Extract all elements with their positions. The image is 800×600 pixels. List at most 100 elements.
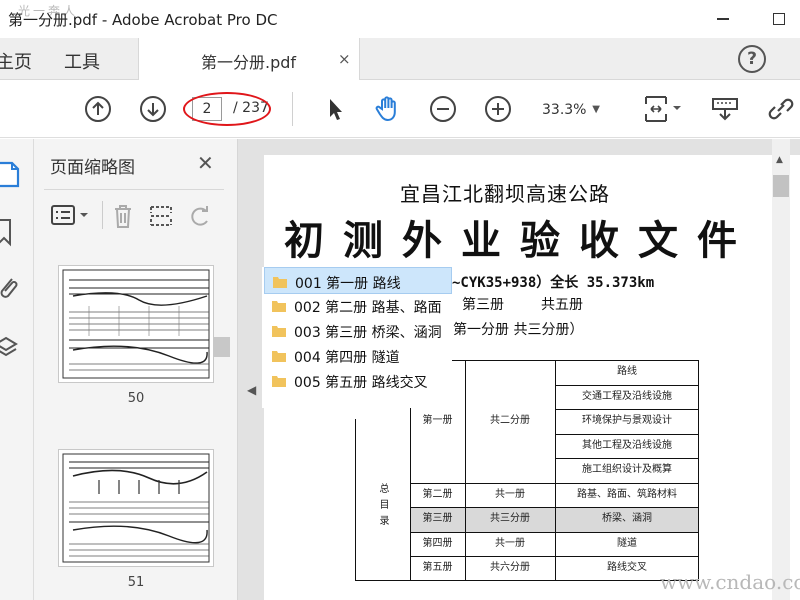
range-line: ~CYK35+938）全长 35.373km bbox=[452, 275, 655, 291]
share-link-button[interactable] bbox=[766, 94, 796, 124]
extract-pages-icon[interactable] bbox=[148, 202, 174, 230]
print-button[interactable] bbox=[710, 94, 740, 124]
next-page-button[interactable] bbox=[138, 94, 168, 124]
content-cell: 隧道 bbox=[617, 537, 637, 549]
attachments-tab[interactable] bbox=[0, 273, 22, 303]
folder-icon bbox=[272, 301, 286, 312]
maximize-button[interactable] bbox=[756, 0, 800, 38]
document-tab[interactable]: 第一分册.pdf × bbox=[138, 38, 360, 80]
minimize-button[interactable] bbox=[700, 0, 746, 38]
scroll-up-icon[interactable]: ▲ bbox=[776, 155, 783, 165]
panel-toolbar bbox=[50, 201, 235, 231]
bookmark-label: 003 第三册 桥梁、涵洞 bbox=[294, 325, 442, 341]
minus-circle-icon bbox=[430, 96, 456, 122]
volume-cell: 第三册 bbox=[410, 507, 465, 532]
tab-close-icon[interactable]: × bbox=[338, 50, 351, 68]
bookmark-item[interactable]: 001 第一册 路线 bbox=[264, 267, 452, 294]
split-cell: 共一册 bbox=[495, 488, 525, 500]
drawing-preview-image bbox=[62, 269, 210, 379]
layers-tab[interactable] bbox=[0, 333, 22, 363]
document-scrollbar[interactable]: ▲ bbox=[772, 139, 790, 600]
content-cell: 其他工程及沿线设施 bbox=[582, 439, 672, 451]
page-thumbnail[interactable] bbox=[58, 265, 214, 383]
close-icon[interactable]: ✕ bbox=[197, 151, 214, 175]
bookmark-item[interactable]: 004 第四册 隧道 bbox=[264, 342, 452, 369]
table-rule bbox=[465, 360, 466, 581]
previous-page-button[interactable] bbox=[83, 94, 113, 124]
bookmark-item[interactable]: 005 第五册 路线交叉 bbox=[264, 367, 452, 394]
maximize-icon bbox=[773, 13, 785, 25]
site-watermark: www.cndao.com bbox=[660, 570, 800, 594]
bookmark-item[interactable]: 002 第二册 路基、路面 bbox=[264, 292, 452, 319]
split-cell: 共六分册 bbox=[490, 562, 530, 573]
rotate-icon[interactable] bbox=[188, 203, 212, 229]
volume-cell: 第二册 bbox=[422, 488, 453, 500]
page-thumbnails-panel: 页面缩略图 ✕ 50 51 bbox=[34, 139, 238, 600]
table-rule bbox=[555, 458, 699, 459]
document-tab-title: 第一分册.pdf bbox=[201, 53, 297, 72]
help-button[interactable]: ? bbox=[738, 45, 766, 73]
scrollbar-thumb[interactable] bbox=[214, 337, 230, 357]
folder-icon bbox=[272, 351, 286, 362]
subvolume-line: 第一分册 共三分册） bbox=[453, 322, 584, 338]
drawing-preview-image bbox=[62, 453, 210, 563]
split-cell: 共三分册 bbox=[465, 507, 555, 532]
chevron-down-icon: ▼ bbox=[592, 104, 600, 115]
panel-title: 页面缩略图 bbox=[50, 158, 135, 178]
fit-page-button[interactable] bbox=[640, 94, 690, 124]
bookmark-label: 005 第五册 路线交叉 bbox=[294, 375, 428, 391]
hand-tool-button[interactable] bbox=[373, 94, 403, 124]
zoom-select[interactable]: 33.3% ▼ bbox=[532, 97, 600, 123]
bookmark-label: 001 第一册 路线 bbox=[295, 276, 401, 292]
folder-icon bbox=[273, 277, 287, 288]
document-title: 初测外业验收文件 bbox=[284, 217, 756, 264]
volume-cell: 第四册 bbox=[422, 537, 453, 549]
table-rule bbox=[555, 556, 699, 557]
table-rule bbox=[410, 531, 555, 533]
table-rule bbox=[410, 556, 555, 557]
toolbar-divider bbox=[292, 92, 293, 126]
page-thumbnails-tab[interactable] bbox=[0, 159, 22, 189]
scrollbar-thumb[interactable] bbox=[773, 175, 789, 197]
toolbar: 2 / 237 33.3% ▼ bbox=[0, 80, 800, 138]
navigation-rail bbox=[0, 139, 34, 600]
bookmark-item[interactable]: 003 第三册 桥梁、涵洞 bbox=[264, 317, 452, 344]
page-thumbnails-icon bbox=[0, 161, 20, 188]
content-cell: 环境保护与景观设计 bbox=[582, 415, 672, 426]
page-thumbnail[interactable] bbox=[58, 449, 214, 567]
select-tool-button[interactable] bbox=[320, 94, 350, 124]
table-rule bbox=[555, 360, 699, 361]
tools-tab[interactable]: 工具 bbox=[64, 48, 100, 74]
content-cell: 路基、路面、筑路材料 bbox=[577, 488, 677, 500]
folder-icon bbox=[272, 326, 286, 337]
bookmarks-tab[interactable] bbox=[0, 217, 22, 247]
table-rule bbox=[355, 418, 356, 581]
options-menu-icon[interactable] bbox=[50, 203, 90, 229]
bookmarks-popup: 001 第一册 路线 002 第二册 路基、路面 003 第三册 桥梁、涵洞 004 … bbox=[262, 267, 452, 408]
table-rule bbox=[555, 433, 699, 435]
home-tab[interactable]: 主页 bbox=[0, 48, 32, 74]
paperclip-icon bbox=[0, 278, 18, 298]
layers-icon bbox=[0, 336, 18, 357]
toolbar-divider bbox=[102, 201, 103, 229]
document-heading: 宜昌江北翻坝高速公路 bbox=[400, 182, 610, 206]
cursor-arrow-icon bbox=[330, 99, 342, 120]
volume-total-line: 共五册 bbox=[541, 297, 583, 313]
table-rule bbox=[410, 482, 555, 484]
thumbnail-label: 50 bbox=[127, 391, 145, 406]
thumbnails-scrollbar[interactable] bbox=[214, 249, 230, 600]
red-circle-annotation bbox=[183, 92, 271, 126]
table-rule bbox=[555, 507, 699, 508]
collapse-panel-icon[interactable]: ◀ bbox=[247, 383, 256, 397]
table-rule bbox=[555, 384, 699, 386]
delete-icon[interactable] bbox=[110, 202, 136, 230]
hand-icon bbox=[375, 96, 396, 122]
minimize-icon bbox=[717, 18, 729, 20]
zoom-in-button[interactable] bbox=[483, 94, 513, 124]
print-icon bbox=[712, 98, 738, 121]
volume-line: 第三册 bbox=[462, 297, 504, 313]
folder-icon bbox=[272, 376, 286, 387]
thumbnail-label: 51 bbox=[127, 575, 145, 590]
split-cell: 共一册 bbox=[495, 537, 525, 549]
zoom-out-button[interactable] bbox=[428, 94, 458, 124]
